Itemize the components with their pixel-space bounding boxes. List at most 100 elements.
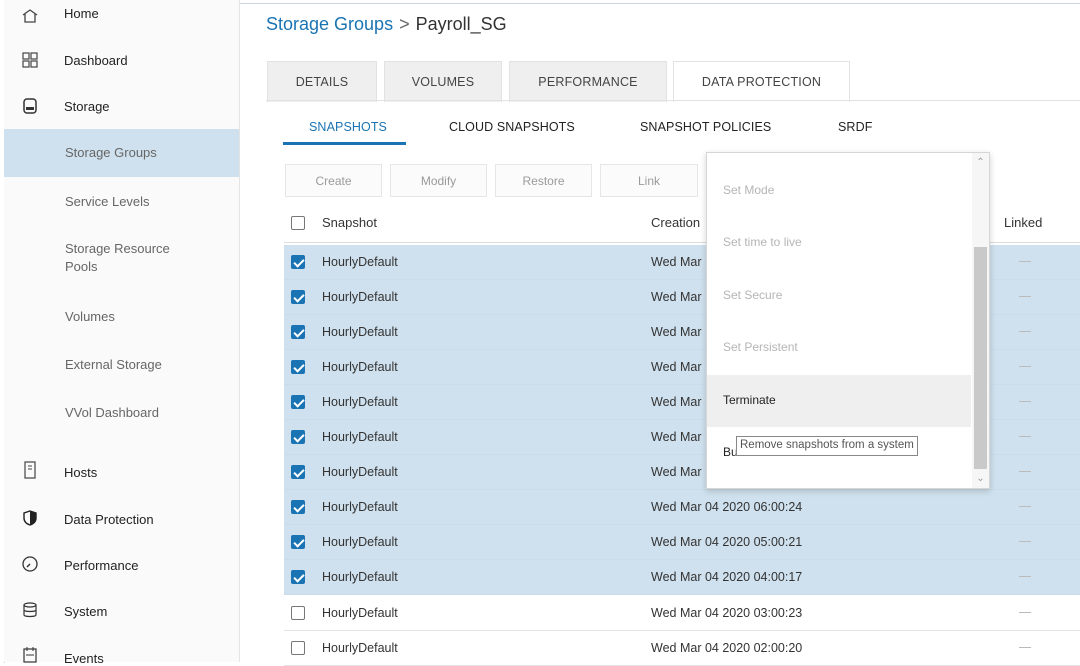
row-checkbox[interactable] — [291, 360, 305, 374]
chevron-up-icon[interactable]: ⌃ — [975, 157, 986, 168]
subtab-srdf[interactable]: SRDF — [838, 120, 872, 134]
menu-scrollbar[interactable]: ⌃ ⌄ — [972, 153, 989, 488]
snapshot-name: HourlyDefault — [322, 255, 398, 269]
sidebar-item-storage-groups[interactable]: Storage Groups — [4, 129, 239, 177]
linked-empty-indicator — [1019, 647, 1031, 648]
row-checkbox[interactable] — [291, 290, 305, 304]
gauge-icon — [22, 556, 38, 572]
calendar-icon — [22, 647, 38, 663]
sidebar-item-storage[interactable]: Storage — [4, 94, 239, 118]
shield-icon — [22, 510, 38, 526]
sidebar-item-system[interactable]: System — [4, 599, 239, 623]
chevron-down-icon[interactable]: ⌄ — [975, 473, 986, 484]
snapshot-name: HourlyDefault — [322, 641, 398, 655]
linked-empty-indicator — [1019, 612, 1031, 613]
linked-empty-indicator — [1019, 471, 1031, 472]
snapshot-creation-time: Wed Mar 04 2020 05:00:21 — [651, 535, 803, 549]
sidebar-item-label: VVol Dashboard — [65, 405, 159, 420]
sidebar-item-volumes[interactable]: Volumes — [4, 296, 239, 344]
table-row[interactable]: HourlyDefault Wed Mar 04 2020 06:00:24 — [284, 490, 1080, 525]
column-header-creation[interactable]: Creation — [651, 203, 700, 242]
snapshot-creation-time: Wed Mar 04 2020 04:00:17 — [651, 570, 803, 584]
table-row[interactable]: HourlyDefault Wed Mar 04 2020 03:00:23 — [284, 596, 1080, 631]
select-all-checkbox[interactable] — [291, 216, 305, 230]
sidebar-item-performance[interactable]: Performance — [4, 553, 239, 577]
row-checkbox[interactable] — [291, 500, 305, 514]
snapshot-name: HourlyDefault — [322, 500, 398, 514]
restore-button[interactable]: Restore — [495, 164, 592, 197]
sidebar-item-label: Data Protection — [64, 512, 154, 527]
sidebar-item-label: Storage — [64, 99, 110, 114]
row-checkbox[interactable] — [291, 570, 305, 584]
snapshot-name: HourlyDefault — [322, 360, 398, 374]
sidebar-item-vvol-dashboard[interactable]: VVol Dashboard — [4, 392, 239, 440]
menu-item-label: Set time to live — [723, 235, 802, 249]
subtab-snapshot-policies[interactable]: SNAPSHOT POLICIES — [640, 120, 771, 134]
sidebar-item-service-levels[interactable]: Service Levels — [4, 178, 239, 226]
breadcrumb-separator: > — [399, 14, 410, 34]
sidebar-item-label: Home — [64, 6, 99, 21]
linked-empty-indicator — [1019, 541, 1031, 542]
linked-empty-indicator — [1019, 366, 1031, 367]
menu-item-set-time-to-live[interactable]: Set time to live — [707, 217, 971, 269]
table-row[interactable]: HourlyDefault Wed Mar 04 2020 02:00:20 — [284, 631, 1080, 666]
snapshot-creation-time: Wed Mar 04 2020 02:00:20 — [651, 641, 803, 655]
sidebar-item-hosts[interactable]: Hosts — [4, 460, 239, 484]
snapshot-name: HourlyDefault — [322, 535, 398, 549]
menu-item-label: Set Secure — [723, 288, 783, 302]
menu-item-terminate[interactable]: Terminate — [707, 375, 971, 427]
tab-details[interactable]: DETAILS — [267, 61, 377, 102]
sidebar-item-label: Events — [64, 651, 104, 666]
sidebar-item-storage-resource-pools[interactable]: Storage Resource Pools — [4, 236, 239, 294]
sidebar-item-events[interactable]: Events — [4, 645, 239, 666]
link-button[interactable]: Link — [600, 164, 698, 197]
menu-item-set-secure[interactable]: Set Secure — [707, 270, 971, 322]
breadcrumb-parent-link[interactable]: Storage Groups — [266, 14, 393, 34]
dashboard-icon — [22, 52, 38, 68]
snapshot-creation-time: Wed Mar — [651, 290, 702, 304]
row-checkbox[interactable] — [291, 325, 305, 339]
row-checkbox[interactable] — [291, 641, 305, 655]
tab-volumes[interactable]: VOLUMES — [384, 61, 502, 102]
terminate-tooltip: Remove snapshots from a system — [736, 436, 918, 456]
table-row[interactable]: HourlyDefault Wed Mar 04 2020 04:00:17 — [284, 560, 1080, 595]
snapshot-name: HourlyDefault — [322, 465, 398, 479]
linked-empty-indicator — [1019, 296, 1031, 297]
modify-button[interactable]: Modify — [390, 164, 487, 197]
hosts-icon — [22, 461, 38, 479]
row-checkbox[interactable] — [291, 255, 305, 269]
snapshot-name: HourlyDefault — [322, 570, 398, 584]
column-header-snapshot[interactable]: Snapshot — [322, 203, 377, 242]
snapshot-name: HourlyDefault — [322, 395, 398, 409]
sidebar-item-label: Hosts — [64, 465, 98, 480]
sidebar-item-home[interactable]: Home — [4, 2, 239, 24]
row-checkbox[interactable] — [291, 606, 305, 620]
database-icon — [22, 602, 38, 618]
menu-item-label: Terminate — [723, 393, 776, 407]
menu-item-label: Set Persistent — [723, 340, 798, 354]
sidebar-item-label: Service Levels — [65, 194, 150, 209]
menu-scrollbar-thumb[interactable] — [974, 247, 987, 469]
storage-icon — [22, 98, 38, 114]
column-header-linked[interactable]: Linked — [1004, 203, 1042, 242]
menu-item-set-persistent[interactable]: Set Persistent — [707, 322, 971, 374]
tab-performance[interactable]: PERFORMANCE — [509, 61, 667, 102]
linked-empty-indicator — [1019, 401, 1031, 402]
subtab-snapshots[interactable]: SNAPSHOTS — [309, 120, 387, 134]
subtab-cloud-snapshots[interactable]: CLOUD SNAPSHOTS — [449, 120, 575, 134]
row-checkbox[interactable] — [291, 535, 305, 549]
sidebar-item-external-storage[interactable]: External Storage — [4, 344, 239, 392]
menu-item-set-mode[interactable]: Set Mode — [707, 165, 971, 217]
create-button[interactable]: Create — [285, 164, 382, 197]
row-checkbox[interactable] — [291, 395, 305, 409]
row-checkbox[interactable] — [291, 430, 305, 444]
tabs-divider — [266, 100, 1080, 101]
table-row[interactable]: HourlyDefault Wed Mar 04 2020 05:00:21 — [284, 525, 1080, 560]
sidebar-item-label: Performance — [64, 558, 139, 573]
tab-data-protection[interactable]: DATA PROTECTION — [673, 61, 850, 102]
sidebar-item-data-protection[interactable]: Data Protection — [4, 507, 239, 531]
row-checkbox[interactable] — [291, 465, 305, 479]
sidebar-item-dashboard[interactable]: Dashboard — [4, 48, 239, 72]
sidebar-item-label: Storage Resource Pools — [65, 241, 170, 274]
snapshot-creation-time: Wed Mar — [651, 395, 702, 409]
